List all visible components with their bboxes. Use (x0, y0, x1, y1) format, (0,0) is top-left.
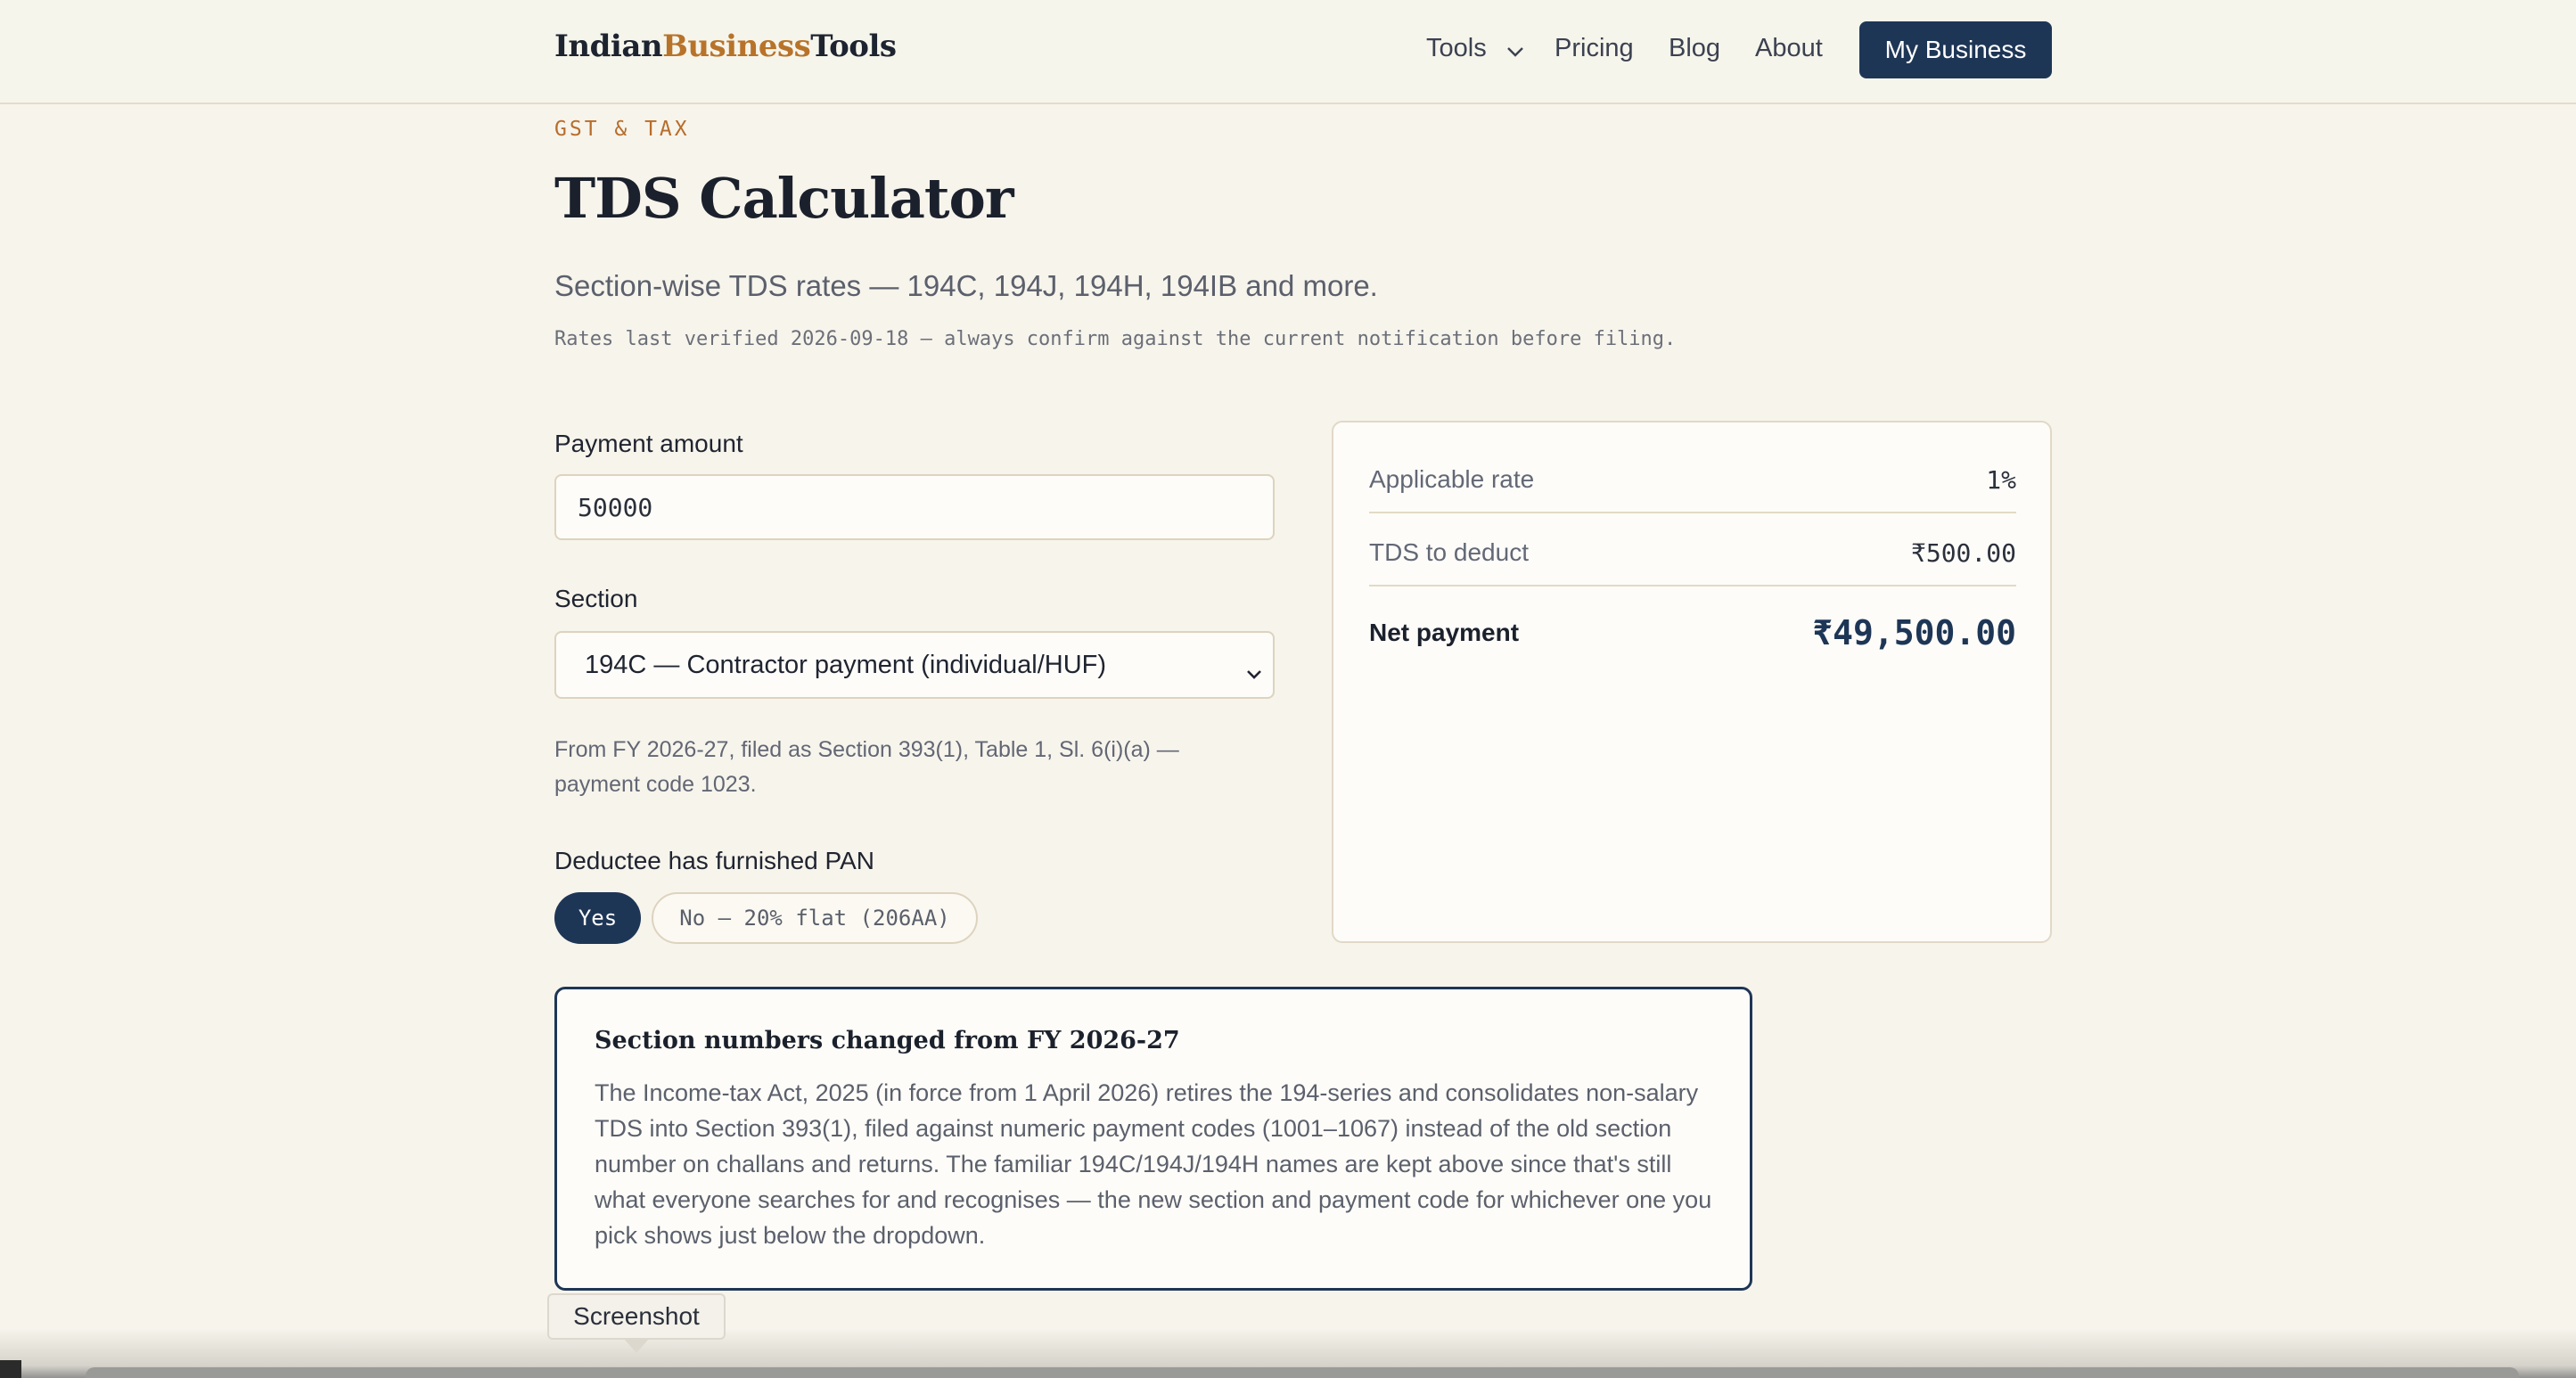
nav-about-link[interactable]: About (1755, 34, 1823, 63)
section-change-notice: Section numbers changed from FY 2026-27 … (554, 987, 1752, 1291)
page-subtitle: Section-wise TDS rates — 194C, 194J, 194… (554, 269, 1378, 302)
tds-value: ₹500.00 (1910, 537, 2016, 568)
section-mapping-note: From FY 2026-27, filed as Section 393(1)… (554, 737, 1179, 797)
logo-text-tools: Tools (810, 29, 897, 64)
nav-tools-dropdown[interactable]: Tools (1426, 34, 1524, 64)
payment-amount-value: 50000 (578, 492, 653, 522)
rates-verified-note: Rates last verified 2026-09-18 — always … (554, 328, 1677, 350)
logo-text-indian: Indian (554, 29, 663, 64)
section-select[interactable]: 194C — Contractor payment (individual/HU… (554, 631, 1275, 699)
payment-amount-label: Payment amount (554, 430, 743, 457)
category-eyebrow: GST & TAX (554, 118, 690, 141)
chevron-down-icon (1246, 658, 1262, 687)
notice-body: The Income-tax Act, 2025 (in force from … (595, 1079, 1712, 1249)
result-divider (1369, 512, 2016, 513)
window-edge (0, 1360, 21, 1378)
pan-yes-toggle[interactable]: Yes (554, 892, 641, 944)
bottom-bar (86, 1367, 2519, 1378)
my-business-button[interactable]: My Business (1859, 21, 2052, 78)
nav-blog-link[interactable]: Blog (1669, 34, 1720, 63)
screenshot-tooltip: Screenshot (547, 1293, 726, 1340)
applicable-rate-label: Applicable rate (1369, 465, 1535, 493)
logo-text-business: Business (662, 29, 811, 64)
nav-pricing-link[interactable]: Pricing (1555, 34, 1634, 63)
section-select-value: 194C — Contractor payment (individual/HU… (585, 650, 1107, 679)
pan-no-toggle[interactable]: No — 20% flat (206AA) (652, 892, 978, 944)
applicable-rate-value: 1% (1986, 464, 2016, 495)
net-payment-label: Net payment (1369, 619, 1520, 646)
pan-label: Deductee has furnished PAN (554, 847, 875, 874)
tooltip-arrow (624, 1339, 649, 1353)
tds-label: TDS to deduct (1369, 538, 1529, 566)
result-card: Applicable rate 1% TDS to deduct ₹500.00… (1332, 421, 2052, 943)
site-logo[interactable]: IndianBusinessTools (554, 29, 897, 64)
payment-amount-input[interactable]: 50000 (554, 474, 1275, 540)
net-payment-value: ₹49,500.00 (1812, 613, 2016, 652)
notice-title: Section numbers changed from FY 2026-27 (595, 1027, 1180, 1054)
top-navbar: IndianBusinessTools Tools Pricing Blog A… (0, 0, 2576, 104)
net-payment-row: Net payment ₹49,500.00 (1369, 606, 2016, 660)
nav-tools-label: Tools (1426, 34, 1487, 62)
result-divider (1369, 585, 2016, 586)
chevron-down-icon (1506, 35, 1524, 64)
tds-row: TDS to deduct ₹500.00 (1369, 526, 2016, 579)
page-title: TDS Calculator (554, 166, 1014, 231)
applicable-rate-row: Applicable rate 1% (1369, 453, 2016, 506)
section-label: Section (554, 585, 638, 612)
